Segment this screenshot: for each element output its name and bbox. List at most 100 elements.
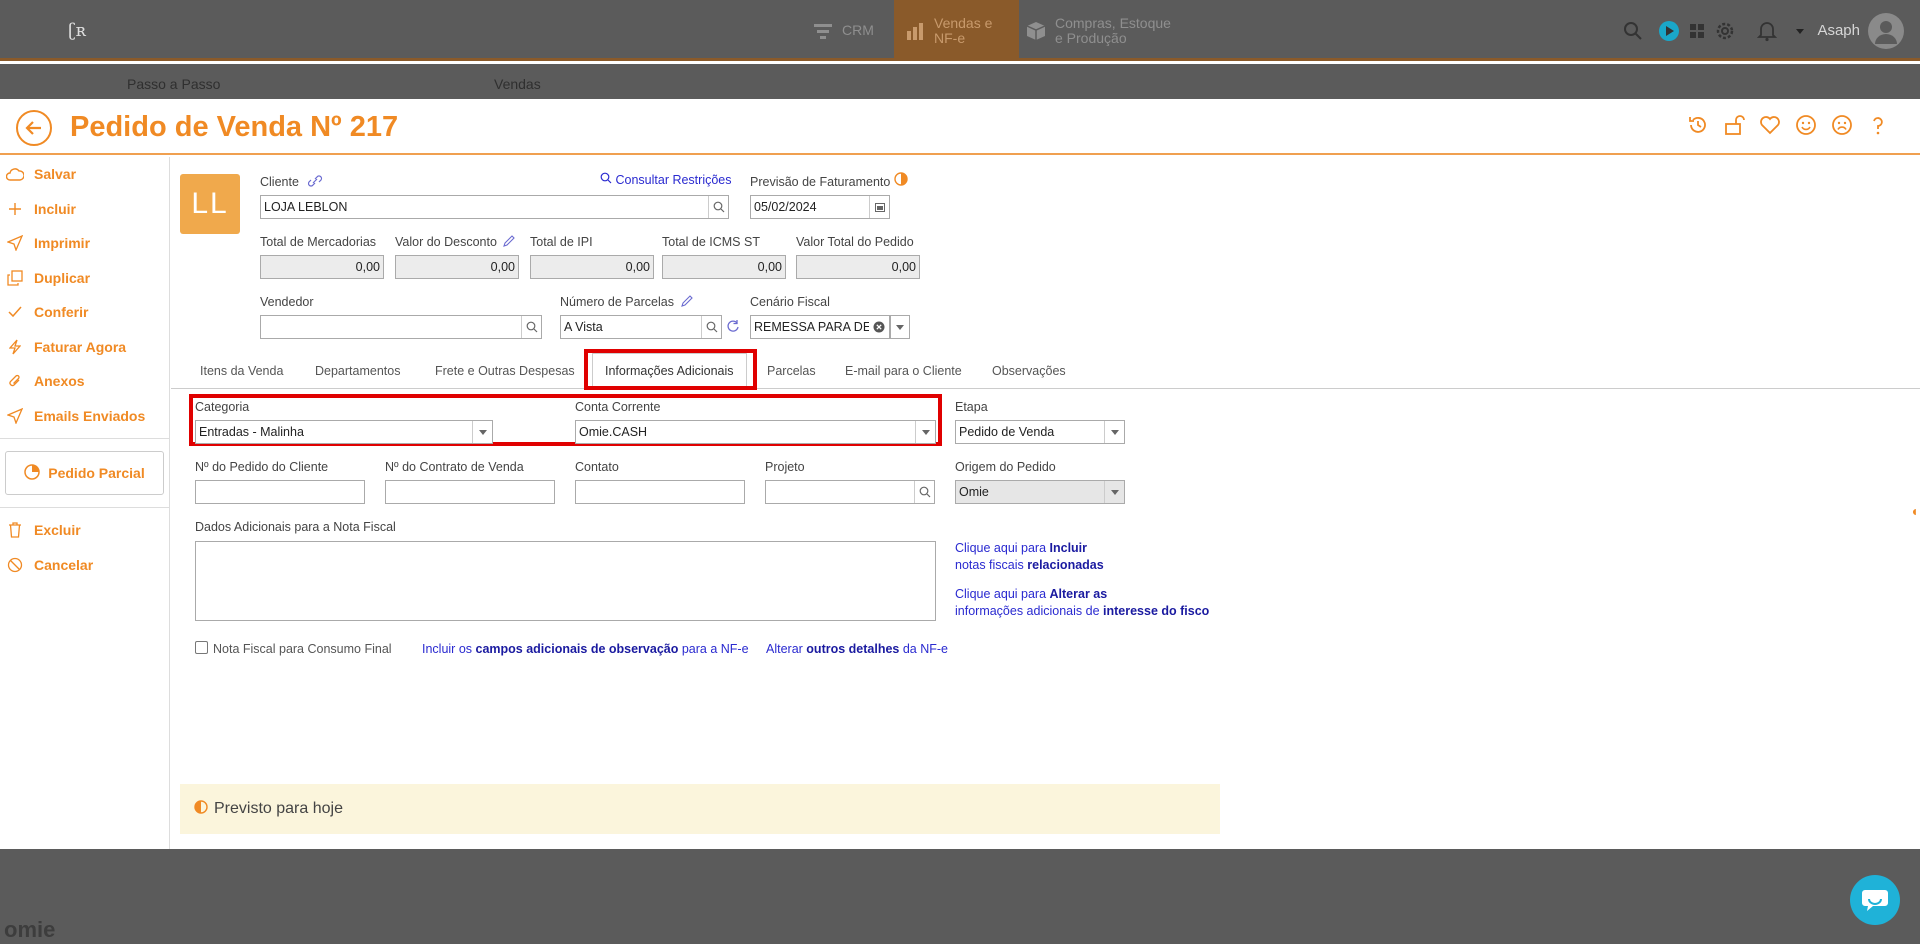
chat-button[interactable] [1850, 875, 1900, 925]
alterar-informacoes-link[interactable]: Clique aqui para Alterar as informações … [955, 586, 1209, 620]
nav-crm[interactable]: CRM [812, 0, 894, 61]
passo-a-passo-link[interactable]: Passo a Passo [127, 76, 220, 92]
etapa-value: Pedido de Venda [959, 425, 1055, 439]
search-icon[interactable] [1615, 13, 1651, 49]
side-widget-icon[interactable]: ◖ [1910, 503, 1918, 519]
search-icon[interactable] [701, 316, 721, 338]
faturar-agora-button[interactable]: Faturar Agora [0, 330, 169, 365]
trash-icon [6, 521, 24, 539]
link1-text-b: Incluir [1049, 541, 1088, 555]
anexos-label: Anexos [34, 373, 85, 390]
sad-face-icon[interactable] [1830, 113, 1854, 137]
salvar-label: Salvar [34, 166, 77, 183]
conferir-button[interactable]: Conferir [0, 295, 169, 330]
link-icon[interactable] [307, 174, 323, 192]
consumo-final-checkbox[interactable] [195, 641, 208, 654]
conta-corrente-select[interactable]: Omie.CASH [575, 420, 936, 444]
pedido-parcial-button[interactable]: Pedido Parcial [5, 451, 164, 495]
vendas-link[interactable]: Vendas [494, 76, 541, 92]
parcelas-value: A Vista [564, 320, 603, 334]
previsao-input[interactable]: 05/02/2024 [750, 195, 890, 219]
incluir-notas-link[interactable]: Clique aqui para Incluir notas fiscais r… [955, 540, 1104, 574]
pedido-parcial-label: Pedido Parcial [48, 465, 145, 481]
calendar-icon[interactable] [869, 196, 889, 218]
anexos-button[interactable]: Anexos [0, 364, 169, 399]
valor-desconto-label: Valor do Desconto [395, 235, 497, 249]
tab-frete[interactable]: Frete e Outras Despesas [435, 353, 575, 389]
pedido-cliente-input[interactable] [195, 480, 365, 504]
chevron-down-icon[interactable] [1793, 13, 1807, 49]
emails-enviados-button[interactable]: Emails Enviados [0, 399, 169, 434]
incluir-button[interactable]: Incluir [0, 192, 169, 227]
cancelar-button[interactable]: Cancelar [0, 548, 169, 583]
pencil-icon[interactable] [681, 294, 693, 312]
total-ipi-label: Total de IPI [530, 235, 593, 249]
back-button[interactable] [16, 110, 52, 146]
bell-icon[interactable] [1749, 13, 1785, 49]
categoria-label: Categoria [195, 400, 250, 414]
cliente-input[interactable]: LOJA LEBLON [260, 195, 729, 219]
pencil-icon[interactable] [503, 234, 515, 252]
origem-select[interactable]: Omie [955, 480, 1125, 504]
help-icon[interactable] [1866, 113, 1890, 137]
salvar-button[interactable]: Salvar [0, 157, 169, 192]
categoria-select[interactable]: Entradas - Malinha [195, 420, 493, 444]
play-icon[interactable] [1651, 13, 1687, 49]
contrato-venda-input[interactable] [385, 480, 555, 504]
user-name[interactable]: Asaph [1817, 22, 1860, 39]
dados-adicionais-textarea[interactable] [195, 541, 936, 621]
tab-observacoes[interactable]: Observações [992, 353, 1066, 389]
tab-email-cliente[interactable]: E-mail para o Cliente [845, 353, 962, 389]
cenario-dropdown[interactable] [890, 315, 910, 339]
incluir-text-b: campos adicionais de observação [475, 642, 679, 656]
consumo-final-label: Nota Fiscal para Consumo Final [213, 642, 392, 656]
footer: omie [0, 849, 1920, 944]
history-icon[interactable] [1686, 113, 1710, 137]
imprimir-button[interactable]: Imprimir [0, 226, 169, 261]
contato-input[interactable] [575, 480, 745, 504]
link1-text-c: notas fiscais [955, 558, 1028, 572]
smile-icon[interactable] [1794, 113, 1818, 137]
clear-icon[interactable] [869, 316, 889, 338]
user-avatar[interactable] [1868, 12, 1904, 49]
duplicar-button[interactable]: Duplicar [0, 261, 169, 296]
categoria-value: Entradas - Malinha [199, 425, 304, 439]
alterar-text-b: outros detalhes [806, 642, 900, 656]
order-form: LL Cliente Consultar Restrições LOJA LEB… [171, 157, 1920, 849]
projeto-label: Projeto [765, 460, 805, 474]
incluir-campos-link[interactable]: Incluir os campos adicionais de observaç… [422, 642, 749, 656]
check-icon [6, 303, 24, 321]
app-logo[interactable]: ʗʀ [68, 20, 86, 41]
refresh-icon[interactable] [726, 319, 740, 338]
unlock-icon[interactable] [1722, 113, 1746, 137]
heart-icon[interactable] [1758, 113, 1782, 137]
tab-parcelas[interactable]: Parcelas [767, 353, 816, 389]
highlight-box-tab [584, 349, 757, 390]
search-icon[interactable] [708, 196, 728, 218]
conta-corrente-label: Conta Corrente [575, 400, 661, 414]
consultar-restricoes-link[interactable]: Consultar Restrições [600, 172, 732, 187]
tab-departamentos[interactable]: Departamentos [315, 353, 400, 389]
total-mercadorias-label: Total de Mercadorias [260, 235, 377, 249]
search-icon[interactable] [914, 481, 934, 503]
bolt-icon [6, 338, 24, 356]
nav-vendas[interactable]: Vendas e NF-e [894, 0, 1019, 61]
vendedor-input[interactable] [260, 315, 542, 339]
excluir-button[interactable]: Excluir [0, 513, 169, 548]
client-avatar: LL [180, 174, 240, 234]
apps-icon[interactable] [1687, 13, 1707, 49]
search-icon[interactable] [521, 316, 541, 338]
chevron-down-icon [915, 421, 935, 443]
gear-icon[interactable] [1707, 13, 1743, 49]
copy-icon [6, 269, 24, 287]
ban-icon [6, 556, 24, 574]
cenario-label: Cenário Fiscal [750, 295, 830, 309]
projeto-input[interactable] [765, 480, 935, 504]
nav-compras[interactable]: Compras, Estoque e Produção [1025, 0, 1195, 61]
parcelas-input[interactable]: A Vista [560, 315, 722, 339]
dados-adicionais-label: Dados Adicionais para a Nota Fiscal [195, 520, 396, 534]
etapa-select[interactable]: Pedido de Venda [955, 420, 1125, 444]
alterar-detalhes-link[interactable]: Alterar outros detalhes da NF-e [766, 642, 948, 656]
cenario-input[interactable]: REMESSA PARA DEMONS [750, 315, 890, 339]
tab-itens-da-venda[interactable]: Itens da Venda [200, 353, 283, 389]
